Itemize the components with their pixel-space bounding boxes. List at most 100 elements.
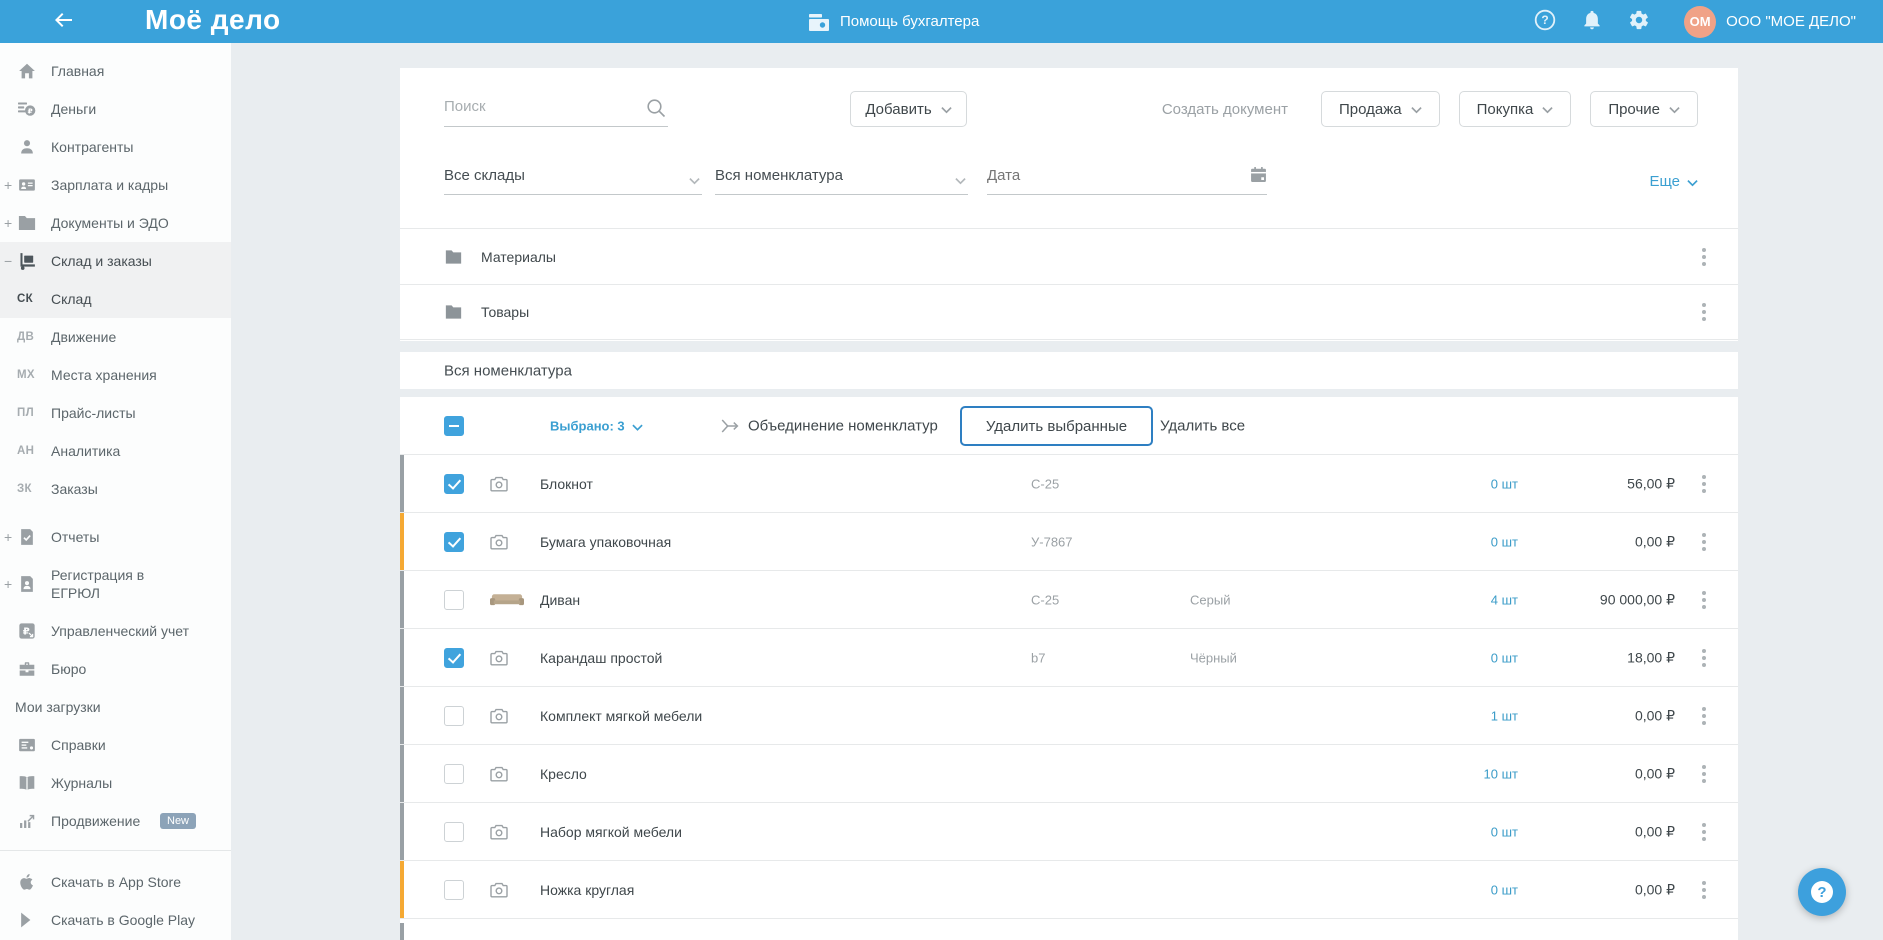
- row-checkbox[interactable]: [444, 821, 464, 842]
- kebab-menu-icon[interactable]: [1697, 531, 1711, 553]
- sidebar-item-contractors[interactable]: Контрагенты: [0, 128, 231, 166]
- sidebar-item-pricelists[interactable]: ПЛ Прайс-листы: [0, 394, 231, 432]
- kebab-menu-icon[interactable]: [1697, 821, 1711, 843]
- table-row[interactable]: Бумага упаковочная У-7867 0 шт 0,00 ₽: [400, 513, 1738, 571]
- item-name[interactable]: Карандаш простой: [540, 650, 662, 666]
- item-name[interactable]: Бумага упаковочная: [540, 534, 671, 550]
- row-checkbox[interactable]: [444, 647, 464, 668]
- select-all-checkbox[interactable]: [444, 415, 464, 436]
- sidebar-item-warehouse[interactable]: − Склад и заказы: [0, 242, 231, 280]
- sidebar-item-egrul[interactable]: + Регистрация в ЕГРЮЛ: [0, 556, 231, 612]
- item-quantity[interactable]: 0 шт: [1491, 476, 1518, 491]
- sidebar-item-sklad[interactable]: СК Склад: [0, 280, 231, 318]
- merge-nomenclature-button[interactable]: Объединение номенклатур: [748, 417, 938, 434]
- settings-gear-icon[interactable]: [1627, 10, 1651, 34]
- item-quantity[interactable]: 10 шт: [1484, 766, 1518, 781]
- nomenclature-filter[interactable]: Вся номенклатура: [715, 162, 968, 195]
- item-quantity[interactable]: 0 шт: [1491, 882, 1518, 897]
- expand-marker[interactable]: +: [4, 576, 12, 592]
- table-row[interactable]: Набор мягкой мебели 0 шт 0,00 ₽: [400, 803, 1738, 861]
- create-doc-button-продажа[interactable]: Продажа: [1320, 91, 1440, 127]
- search-icon[interactable]: [646, 98, 666, 118]
- item-quantity[interactable]: 4 шт: [1491, 592, 1518, 607]
- calendar-icon[interactable]: [1250, 166, 1267, 183]
- sidebar-item-reports[interactable]: + Отчеты: [0, 518, 231, 556]
- expand-marker[interactable]: +: [4, 177, 12, 193]
- kebab-menu-icon[interactable]: [1697, 763, 1711, 785]
- row-checkbox[interactable]: [444, 705, 464, 726]
- help-icon[interactable]: ?: [1533, 9, 1557, 34]
- sidebar-item-documents[interactable]: + Документы и ЭДО: [0, 204, 231, 242]
- item-name[interactable]: Ножка круглая: [540, 882, 634, 898]
- item-name[interactable]: Блокнот: [540, 476, 593, 492]
- floating-help-button[interactable]: ?: [1798, 868, 1846, 916]
- sidebar-item-movement[interactable]: ДВ Движение: [0, 318, 231, 356]
- table-row[interactable]: Карандаш простой b7 Чёрный 0 шт 18,00 ₽: [400, 629, 1738, 687]
- item-name[interactable]: Комплект мягкой мебели: [540, 708, 702, 724]
- sidebar-item-journals[interactable]: Журналы: [0, 764, 231, 802]
- table-row[interactable]: Комплект мягкой мебели 1 шт 0,00 ₽: [400, 687, 1738, 745]
- item-name[interactable]: Диван: [540, 592, 580, 608]
- item-quantity[interactable]: 0 шт: [1491, 534, 1518, 549]
- back-button[interactable]: [48, 8, 78, 34]
- table-row[interactable]: Ножка круглая 0 шт 0,00 ₽: [400, 861, 1738, 919]
- delete-selected-button[interactable]: Удалить выбранные: [960, 406, 1153, 446]
- kebab-menu-icon[interactable]: [1697, 473, 1711, 495]
- expand-marker[interactable]: +: [4, 215, 12, 231]
- row-checkbox[interactable]: [444, 763, 464, 784]
- more-filters-link[interactable]: Еще: [1649, 171, 1698, 191]
- row-checkbox[interactable]: [444, 879, 464, 900]
- sidebar-item-certificates[interactable]: Справки: [0, 726, 231, 764]
- item-name[interactable]: Набор мягкой мебели: [540, 824, 682, 840]
- create-doc-button-покупка[interactable]: Покупка: [1458, 91, 1572, 127]
- row-checkbox[interactable]: [444, 473, 464, 494]
- sidebar-item-storage[interactable]: МХ Места хранения: [0, 356, 231, 394]
- kebab-menu-icon[interactable]: [1697, 705, 1711, 727]
- selected-count-dropdown[interactable]: Выбрано: 3: [550, 417, 643, 434]
- item-price: 0,00 ₽: [1634, 881, 1675, 897]
- sidebar-item-analytics[interactable]: АН Аналитика: [0, 432, 231, 470]
- sidebar-item-promotion[interactable]: Продвижение New: [0, 802, 231, 840]
- sidebar-item-management[interactable]: ₽ Управленческий учет: [0, 612, 231, 650]
- sidebar-item-downloads[interactable]: Мои загрузки: [0, 688, 231, 726]
- app-logo[interactable]: Моё дело: [145, 4, 281, 36]
- company-name[interactable]: ООО "МОЕ ДЕЛО": [1726, 13, 1856, 30]
- kebab-menu-icon[interactable]: [1697, 589, 1711, 611]
- sidebar-item-app-store[interactable]: Скачать в App Store: [0, 863, 231, 901]
- sidebar-item-label: Продвижение: [51, 813, 141, 829]
- kebab-menu-icon[interactable]: [1697, 246, 1711, 268]
- create-doc-button-прочие[interactable]: Прочие: [1590, 91, 1698, 127]
- table-row[interactable]: Блокнот С-25 0 шт 56,00 ₽: [400, 455, 1738, 513]
- table-row[interactable]: Диван С-25 Серый 4 шт 90 000,00 ₽: [400, 571, 1738, 629]
- item-quantity[interactable]: 1 шт: [1491, 708, 1518, 723]
- avatar[interactable]: ОМ: [1684, 5, 1717, 38]
- accountant-help-link[interactable]: Помощь бухгалтера: [808, 0, 979, 43]
- kebab-menu-icon[interactable]: [1697, 301, 1711, 323]
- sidebar-item-google-play[interactable]: Скачать в Google Play: [0, 901, 231, 939]
- sidebar-item-payroll[interactable]: + Зарплата и кадры: [0, 166, 231, 204]
- add-button[interactable]: Добавить: [850, 91, 967, 127]
- search-input[interactable]: [444, 91, 634, 122]
- camera-icon: [490, 533, 526, 551]
- delete-all-button[interactable]: Удалить все: [1160, 417, 1245, 434]
- date-input[interactable]: [987, 167, 1217, 184]
- notifications-bell-icon[interactable]: [1580, 10, 1604, 34]
- table-row[interactable]: Кресло 10 шт 0,00 ₽: [400, 745, 1738, 803]
- sidebar-item-home[interactable]: Главная: [0, 52, 231, 90]
- item-name[interactable]: Кресло: [540, 766, 587, 782]
- kebab-menu-icon[interactable]: [1697, 879, 1711, 901]
- folder-row[interactable]: Товары: [400, 284, 1738, 340]
- folder-row[interactable]: Материалы: [400, 228, 1738, 284]
- item-color: Серый: [1190, 592, 1231, 607]
- expand-marker[interactable]: +: [4, 529, 12, 545]
- expand-marker[interactable]: −: [4, 253, 12, 269]
- warehouse-filter[interactable]: Все склады: [444, 162, 702, 195]
- kebab-menu-icon[interactable]: [1697, 647, 1711, 669]
- sidebar-item-money[interactable]: ₽ Деньги: [0, 90, 231, 128]
- sidebar-item-bureau[interactable]: Бюро: [0, 650, 231, 688]
- row-checkbox[interactable]: [444, 589, 464, 610]
- item-quantity[interactable]: 0 шт: [1491, 650, 1518, 665]
- item-quantity[interactable]: 0 шт: [1491, 824, 1518, 839]
- sidebar-item-orders[interactable]: ЗК Заказы: [0, 470, 231, 508]
- row-checkbox[interactable]: [444, 531, 464, 552]
